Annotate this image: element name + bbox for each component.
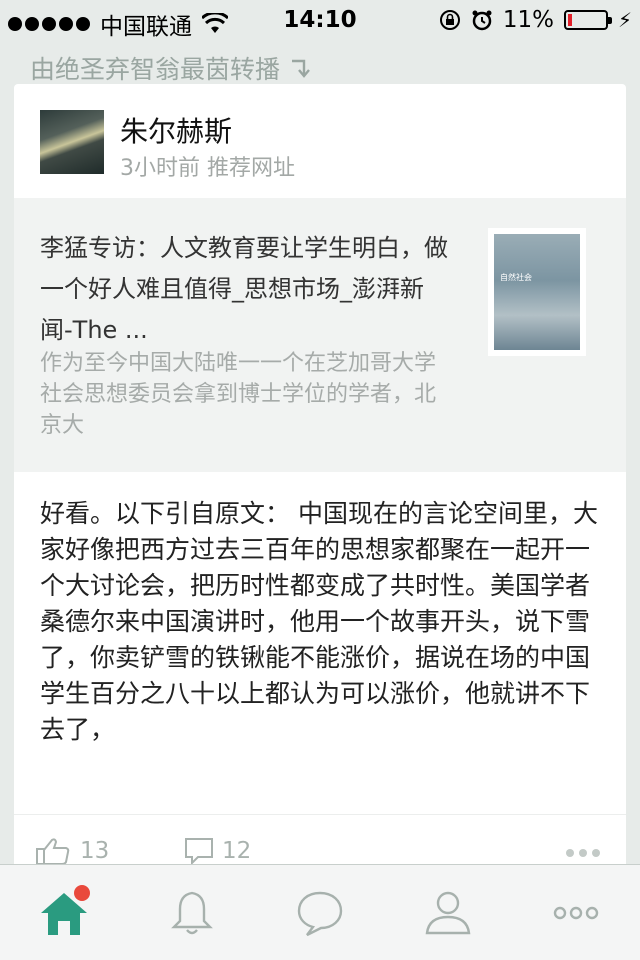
battery-icon — [563, 10, 612, 30]
more-options-icon[interactable] — [566, 849, 600, 857]
like-count: 13 — [80, 838, 110, 864]
book-cover-image: 自然社会 — [494, 234, 580, 350]
comment-button[interactable]: 12 — [184, 837, 251, 865]
bell-icon — [171, 891, 213, 935]
comment-icon — [185, 838, 213, 865]
tab-messages[interactable] — [292, 885, 348, 941]
link-title: 李猛专访：人文教育要让学生明白，做一个好人难且值得_思想市场_澎湃新闻-The … — [40, 234, 448, 344]
status-right: 11% ⚡ — [439, 7, 632, 33]
status-bar: 中国联通 14:10 11% ⚡ — [0, 0, 640, 40]
rotation-lock-icon — [439, 10, 460, 30]
battery-percent: 11% — [502, 7, 554, 33]
link-description: 作为至今中国大陆唯一一个在芝加哥大学社会思想委员会拿到博士学位的学者，北京大 — [40, 351, 437, 438]
avatar[interactable] — [40, 110, 104, 174]
more-icon — [553, 906, 599, 920]
notification-badge — [74, 885, 90, 901]
charging-icon: ⚡ — [617, 8, 632, 32]
like-button[interactable]: 13 — [36, 837, 109, 865]
tab-more[interactable] — [548, 885, 604, 941]
link-preview[interactable]: 李猛专访：人文教育要让学生明白，做一个好人难且值得_思想市场_澎湃新闻-The … — [14, 198, 626, 472]
post-card: 朱尔赫斯 3小时前 推荐网址 李猛专访：人文教育要让学生明白，做一个好人难且值得… — [14, 84, 626, 884]
link-thumbnail: 自然社会 — [488, 228, 586, 356]
person-icon — [425, 891, 471, 935]
post-text: 好看。以下引自原文： 中国现在的言论空间里，大家好像把西方过去三百年的思想家都聚… — [40, 499, 598, 744]
battery-level-fill — [567, 14, 572, 26]
repost-arrow-icon — [292, 59, 310, 78]
chat-bubble-icon — [297, 891, 343, 937]
tab-profile[interactable] — [420, 885, 476, 941]
post-meta: 3小时前 推荐网址 — [120, 156, 295, 181]
tab-notifications[interactable] — [164, 885, 220, 941]
tab-bar — [0, 864, 640, 960]
comment-count: 12 — [222, 838, 252, 864]
repost-note-text: 由绝圣弃智翁最茵转播 — [30, 55, 281, 84]
alarm-icon — [472, 10, 492, 31]
repost-note[interactable]: 由绝圣弃智翁最茵转播 — [30, 50, 312, 86]
author-name[interactable]: 朱尔赫斯 — [120, 110, 232, 150]
thumbnail-text: 自然社会 — [500, 273, 532, 282]
author-header: 朱尔赫斯 3小时前 推荐网址 — [14, 84, 626, 198]
tab-home[interactable] — [36, 885, 92, 941]
thumbs-up-icon — [36, 838, 70, 865]
